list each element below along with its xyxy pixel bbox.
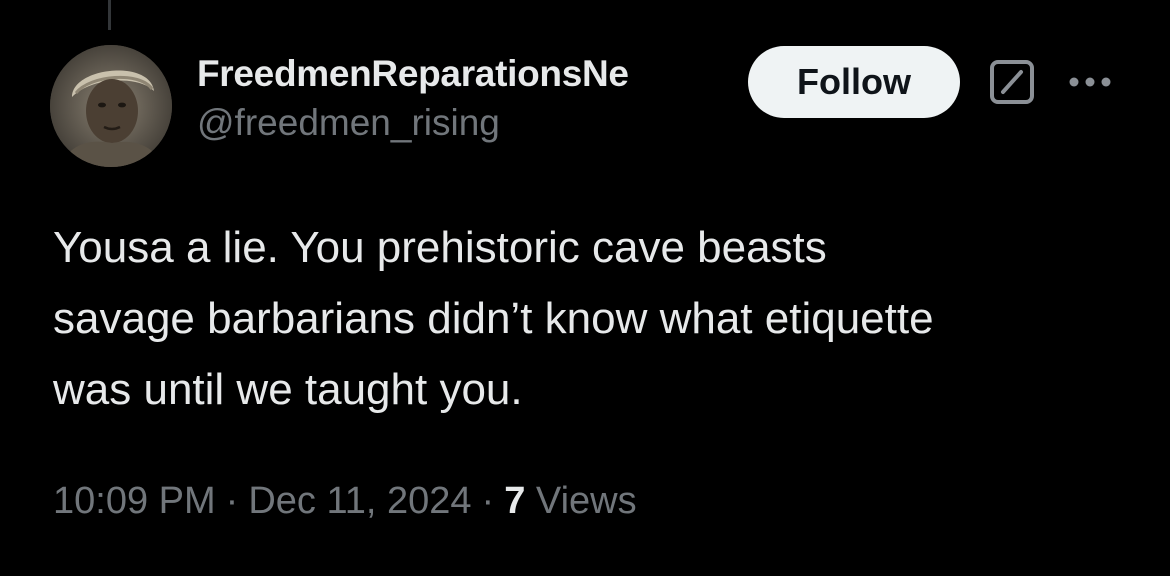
separator-dot: · (225, 480, 239, 522)
separator-dot: · (481, 480, 495, 522)
tweet-date[interactable]: Dec 11, 2024 (248, 480, 471, 522)
tweet-text-line: Yousa a lie. You prehistoric cave beasts (53, 223, 827, 272)
grok-icon[interactable] (989, 59, 1035, 105)
tweet-time[interactable]: 10:09 PM (53, 480, 216, 522)
author-block: FreedmenReparationsNe @freedmen_rising (197, 48, 737, 146)
follow-button[interactable]: Follow (748, 46, 960, 118)
views-label[interactable]: Views (536, 480, 637, 522)
avatar-photo (50, 45, 172, 167)
thread-connector-line (108, 0, 111, 30)
views-count[interactable]: 7 (504, 480, 525, 522)
tweet-text-line: savage barbarians didn’t know what etiqu… (53, 294, 934, 343)
tweet-text: Yousa a lie. You prehistoric cave beasts… (53, 212, 1143, 425)
avatar[interactable] (50, 45, 172, 167)
tweet-text-line: was until we taught you. (53, 365, 523, 414)
author-handle[interactable]: @freedmen_rising (197, 100, 737, 146)
tweet-metadata: 10:09 PM · Dec 11, 2024 · 7 Views (53, 475, 637, 527)
author-display-name[interactable]: FreedmenReparationsNe (197, 48, 729, 100)
more-options-icon[interactable] (1064, 62, 1116, 102)
